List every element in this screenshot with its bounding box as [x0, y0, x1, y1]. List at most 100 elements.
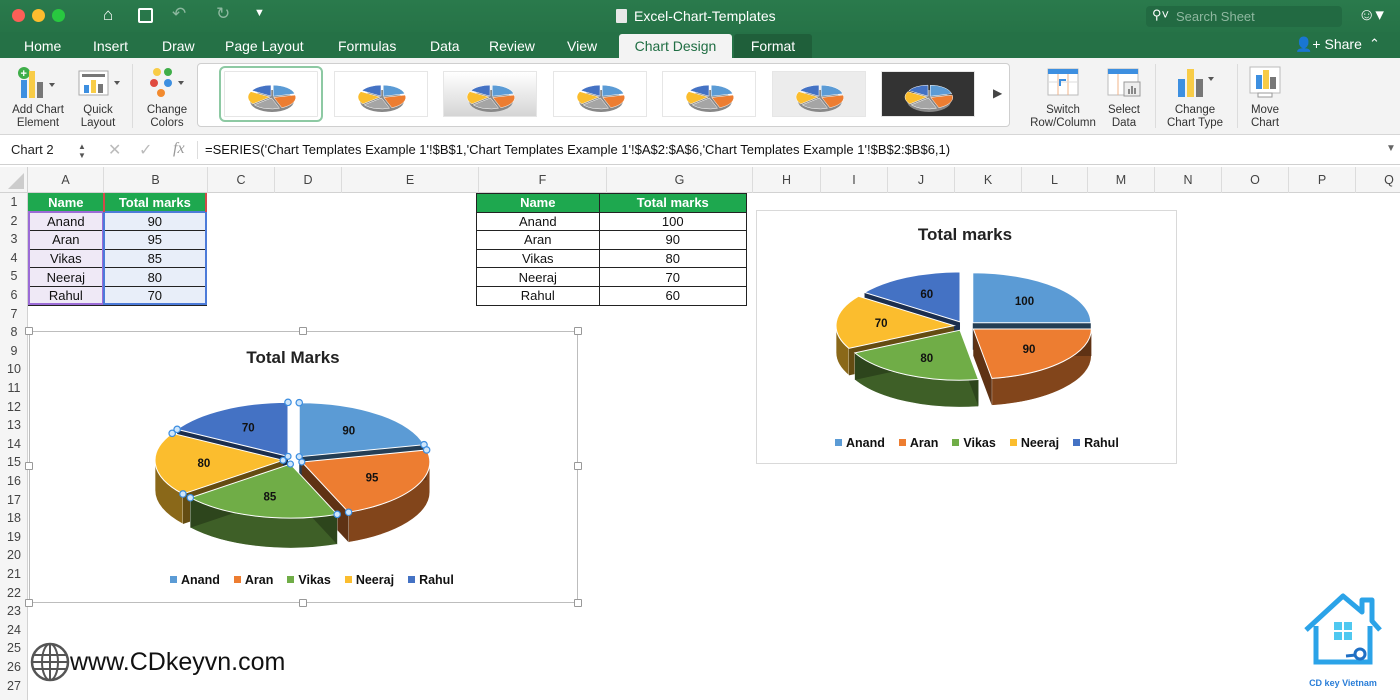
chart-style-thumbnail[interactable] — [219, 66, 323, 122]
column-header-n[interactable]: N — [1155, 167, 1222, 193]
data-label[interactable]: 90 — [342, 426, 355, 438]
home-icon[interactable]: ⌂ — [103, 5, 113, 25]
chart-resize-handle[interactable] — [574, 327, 582, 335]
formula-input[interactable]: =SERIES('Chart Templates Example 1'!$B$1… — [205, 135, 950, 165]
smiley-feedback-icon[interactable]: ☺▾ — [1358, 5, 1384, 25]
chart-total-marks-selected[interactable]: Total Marks 90 95 85 80 70 Anand Aran Vikas Neer… — [29, 331, 578, 603]
series-point-handle[interactable] — [284, 452, 292, 460]
zoom-window-button[interactable] — [52, 9, 65, 22]
chart-resize-handle[interactable] — [25, 599, 33, 607]
tab-home[interactable]: Home — [14, 34, 71, 58]
data-label[interactable]: 60 — [920, 289, 933, 301]
row-header-5[interactable]: 5 — [0, 267, 28, 286]
chart-resize-handle[interactable] — [25, 462, 33, 470]
data-label[interactable]: 90 — [1023, 344, 1036, 356]
chart-style-thumbnail[interactable] — [333, 71, 428, 117]
series-point-handle[interactable] — [295, 398, 304, 407]
change-chart-type-button[interactable]: Change Chart Type — [1160, 64, 1230, 130]
legend-item-vikas[interactable]: Vikas — [287, 573, 331, 587]
name-cell[interactable]: Neeraj — [28, 267, 104, 287]
column-header-a[interactable]: A — [28, 167, 104, 193]
legend-item-neeraj[interactable]: Neeraj — [344, 573, 394, 587]
tab-chart-design[interactable]: Chart Design — [619, 34, 732, 58]
legend-item-aran[interactable]: Aran — [898, 436, 938, 450]
select-all-corner[interactable] — [0, 167, 28, 193]
close-window-button[interactable] — [12, 9, 25, 22]
gallery-next-icon[interactable]: ▶ — [993, 86, 1002, 100]
table2-header-name[interactable]: Name — [476, 193, 600, 213]
expand-formula-icon[interactable]: ▼ — [1386, 143, 1396, 154]
quick-layout-button[interactable]: Quick Layout — [74, 64, 122, 130]
chart2-legend[interactable]: Anand Aran Vikas Neeraj Rahul — [835, 436, 1119, 450]
name-cell[interactable]: Aran — [476, 230, 600, 250]
cancel-icon[interactable]: ✕ — [108, 140, 121, 160]
row-header-15[interactable]: 15 — [0, 453, 28, 472]
row-header-7[interactable]: 7 — [0, 305, 28, 324]
marks-cell[interactable]: 90 — [598, 230, 748, 250]
column-header-p[interactable]: P — [1289, 167, 1356, 193]
chart-total-marks[interactable]: Total marks 100 90 80 70 60 Anand Aran Vikas Nee… — [756, 210, 1177, 464]
marks-cell[interactable]: 70 — [598, 267, 748, 287]
table1-header-name[interactable]: Name — [28, 193, 104, 213]
marks-cell[interactable]: 80 — [598, 248, 748, 269]
marks-cell[interactable]: 85 — [102, 248, 208, 269]
legend-item-aran[interactable]: Aran — [233, 573, 273, 587]
name-cell[interactable]: Rahul — [476, 285, 600, 306]
chart-style-thumbnail[interactable] — [881, 71, 975, 117]
column-header-o[interactable]: O — [1222, 167, 1289, 193]
name-cell[interactable]: Vikas — [476, 248, 600, 269]
chart-style-thumbnail[interactable] — [662, 71, 756, 117]
chart1-legend[interactable]: Anand Aran Vikas Neeraj Rahul — [170, 573, 454, 587]
series-point-handle[interactable] — [298, 458, 306, 466]
row-header-20[interactable]: 20 — [0, 546, 28, 565]
marks-cell[interactable]: 95 — [102, 230, 208, 250]
share-button[interactable]: 👤+ Share — [1295, 36, 1362, 53]
name-cell[interactable]: Vikas — [28, 248, 104, 269]
data-label[interactable]: 85 — [263, 491, 276, 503]
data-label[interactable]: 95 — [366, 473, 379, 485]
chart-resize-handle[interactable] — [574, 599, 582, 607]
tab-format[interactable]: Format — [734, 34, 812, 58]
select-data-button[interactable]: Select Data — [1102, 64, 1146, 130]
row-header-1[interactable]: 1 — [0, 193, 28, 212]
column-header-m[interactable]: M — [1088, 167, 1155, 193]
chart-resize-handle[interactable] — [299, 599, 307, 607]
chart-title[interactable]: Total Marks — [246, 348, 339, 367]
series-point-handle[interactable] — [333, 510, 341, 519]
row-header-18[interactable]: 18 — [0, 509, 28, 528]
column-header-i[interactable]: I — [821, 167, 888, 193]
data-label[interactable]: 80 — [920, 353, 933, 365]
row-header-14[interactable]: 14 — [0, 435, 28, 454]
series-point-handle[interactable] — [173, 425, 181, 434]
tab-view[interactable]: View — [557, 34, 607, 58]
tab-draw[interactable]: Draw — [152, 34, 205, 58]
column-header-h[interactable]: H — [753, 167, 821, 193]
series-point-handle[interactable] — [284, 398, 292, 407]
row-header-11[interactable]: 11 — [0, 379, 28, 398]
row-header-26[interactable]: 26 — [0, 658, 28, 677]
marks-cell[interactable]: 100 — [598, 211, 748, 232]
column-header-l[interactable]: L — [1022, 167, 1088, 193]
row-header-24[interactable]: 24 — [0, 621, 28, 640]
name-box-stepper-icon[interactable]: ▲ ▼ — [78, 138, 86, 160]
series-point-handle[interactable] — [286, 460, 295, 468]
column-header-e[interactable]: E — [342, 167, 479, 193]
row-header-16[interactable]: 16 — [0, 472, 28, 491]
legend-item-rahul[interactable]: Rahul — [408, 573, 454, 587]
series-point-handle[interactable] — [186, 493, 195, 502]
row-header-23[interactable]: 23 — [0, 602, 28, 621]
data-label[interactable]: 70 — [242, 422, 255, 434]
chart-resize-handle[interactable] — [299, 327, 307, 335]
marks-cell[interactable]: 70 — [102, 285, 208, 306]
legend-item-vikas[interactable]: Vikas — [952, 436, 996, 450]
row-header-10[interactable]: 10 — [0, 360, 28, 379]
customize-toolbar-icon[interactable]: ▼ — [254, 7, 265, 19]
legend-item-neeraj[interactable]: Neeraj — [1009, 436, 1059, 450]
row-header-12[interactable]: 12 — [0, 398, 28, 417]
row-header-21[interactable]: 21 — [0, 565, 28, 584]
tab-review[interactable]: Review — [479, 34, 545, 58]
chart-title[interactable]: Total marks — [918, 225, 1012, 244]
table2-header-total[interactable]: Total marks — [598, 193, 748, 213]
column-header-q[interactable]: Q — [1356, 167, 1400, 193]
legend-item-anand[interactable]: Anand — [170, 573, 220, 587]
